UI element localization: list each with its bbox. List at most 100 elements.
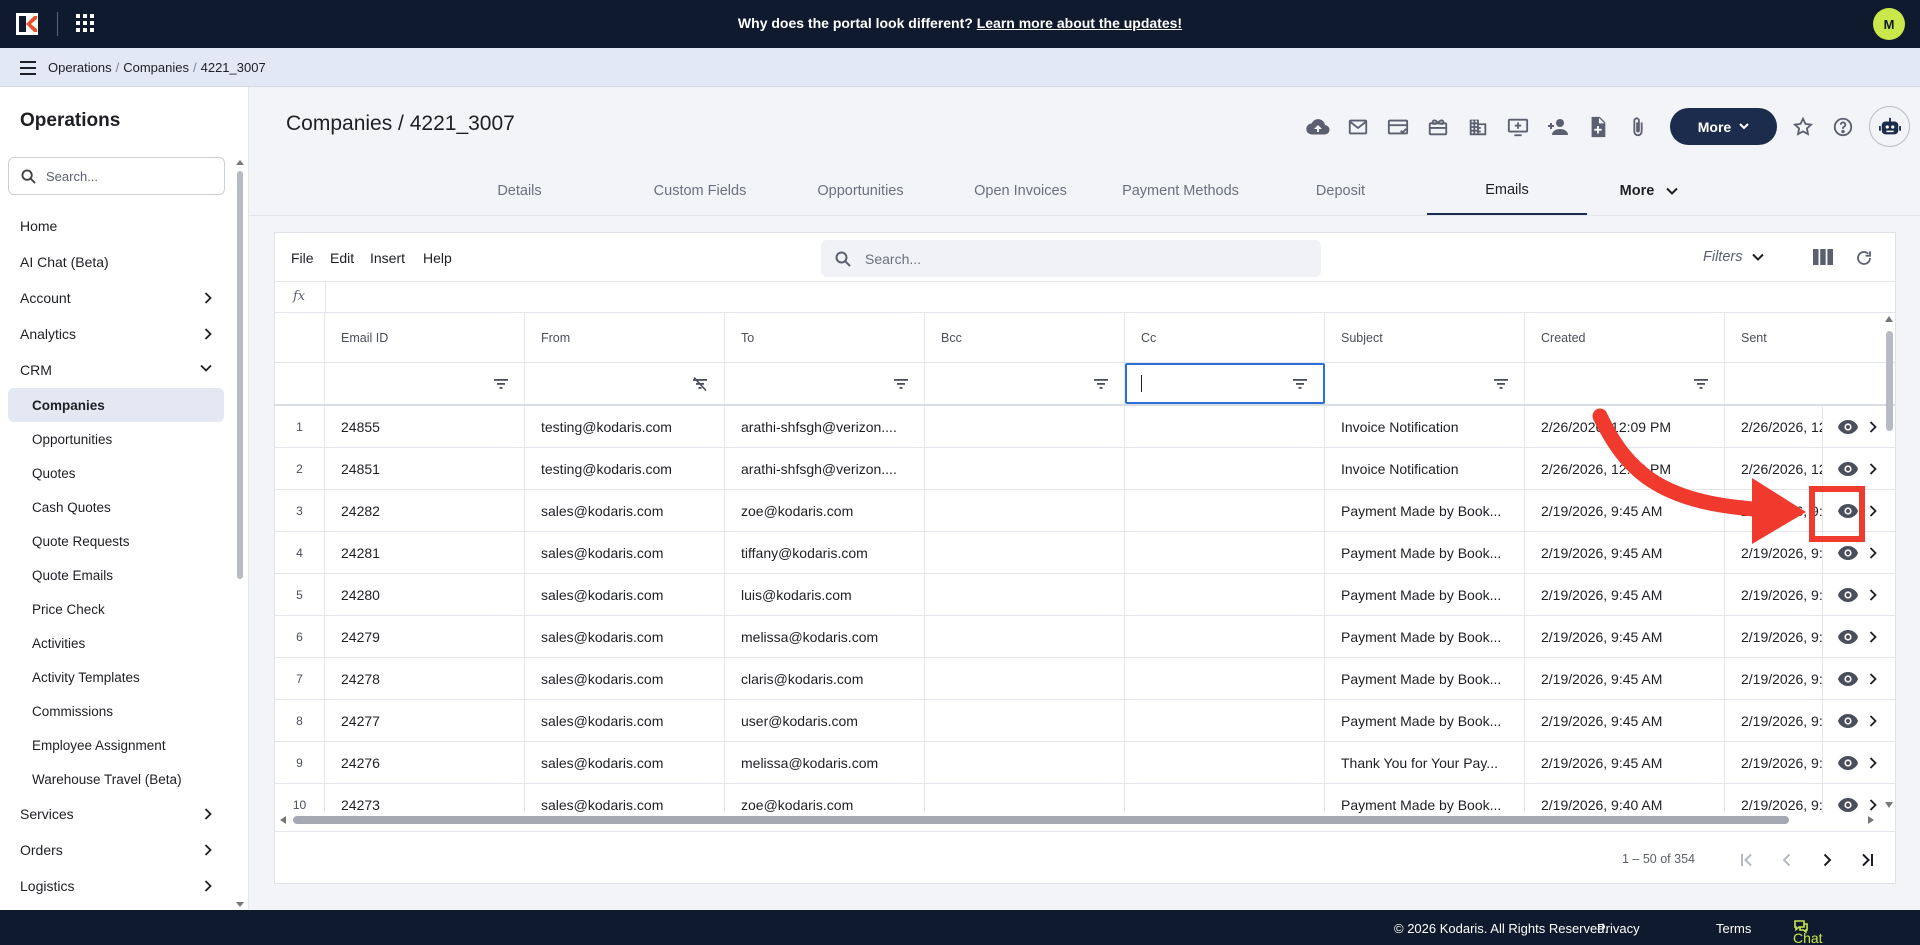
chevron-right-icon[interactable] [1869, 462, 1877, 475]
view-eye-icon[interactable] [1837, 797, 1859, 813]
cell-email-id[interactable]: 24276 [325, 742, 525, 783]
cell-cc[interactable] [1125, 616, 1325, 657]
cell-cc[interactable] [1125, 448, 1325, 489]
menu-edit[interactable]: Edit [330, 250, 354, 266]
sidebar-item-ai-chat-beta[interactable]: AI Chat (Beta) [0, 244, 232, 280]
cell-cc[interactable] [1125, 490, 1325, 531]
sidebar-item-warehouse-travel-beta[interactable]: Warehouse Travel (Beta) [0, 762, 232, 796]
sidebar-scrollbar[interactable] [236, 157, 244, 910]
tab-more[interactable]: More [1589, 166, 1709, 215]
cell-subject[interactable]: Payment Made by Book... [1325, 532, 1525, 573]
cell-bcc[interactable] [925, 616, 1125, 657]
star-icon[interactable] [1783, 108, 1823, 146]
cell-from[interactable]: sales@kodaris.com [525, 700, 725, 741]
cell-email-id[interactable]: 24281 [325, 532, 525, 573]
footer-terms-link[interactable]: Terms [1716, 921, 1751, 936]
attachment-icon[interactable] [1618, 108, 1658, 146]
cell-from[interactable]: sales@kodaris.com [525, 784, 725, 813]
grid-search-input[interactable]: Search... [821, 240, 1321, 277]
cell-subject[interactable]: Payment Made by Book... [1325, 700, 1525, 741]
cell-email-id[interactable]: 24279 [325, 616, 525, 657]
cell-cc[interactable] [1125, 784, 1325, 813]
chevron-right-icon[interactable] [1869, 504, 1877, 517]
menu-insert[interactable]: Insert [370, 250, 405, 266]
cell-bcc[interactable] [925, 784, 1125, 813]
columns-icon[interactable] [1813, 249, 1833, 265]
sidebar-item-activities[interactable]: Activities [0, 626, 232, 660]
filter-input-from[interactable] [525, 363, 725, 404]
view-eye-icon[interactable] [1837, 713, 1859, 729]
cell-bcc[interactable] [925, 532, 1125, 573]
sidebar-item-quote-requests[interactable]: Quote Requests [0, 524, 232, 558]
sidebar-search-input[interactable]: Search... [8, 157, 225, 195]
column-header-from[interactable]: From [525, 313, 725, 362]
sidebar-item-price-check[interactable]: Price Check [0, 592, 232, 626]
tab-opportunities[interactable]: Opportunities [781, 166, 940, 215]
filter-input-email-id[interactable] [325, 363, 525, 404]
cell-cc[interactable] [1125, 532, 1325, 573]
cell-created[interactable]: 2/19/2026, 9:45 AM [1525, 532, 1725, 573]
cell-bcc[interactable] [925, 658, 1125, 699]
sidebar-item-crm[interactable]: CRM [0, 352, 232, 388]
breadcrumb-operations[interactable]: Operations [48, 60, 112, 75]
cell-to[interactable]: zoe@kodaris.com [725, 490, 925, 531]
chevron-right-icon[interactable] [1869, 756, 1877, 769]
table-row[interactable]: 8 24277 sales@kodaris.com user@kodaris.com P… [275, 700, 1895, 742]
formula-bar[interactable]: fx [275, 281, 1895, 314]
cell-from[interactable]: testing@kodaris.com [525, 406, 725, 447]
menu-help[interactable]: Help [423, 250, 452, 266]
chevron-right-icon[interactable] [1869, 546, 1877, 559]
view-eye-icon[interactable] [1837, 755, 1859, 771]
first-page-icon[interactable] [1735, 848, 1759, 872]
view-eye-icon[interactable] [1837, 545, 1859, 561]
cell-to[interactable]: claris@kodaris.com [725, 658, 925, 699]
sidebar-item-activity-templates[interactable]: Activity Templates [0, 660, 232, 694]
sidebar-item-home[interactable]: Home [0, 208, 232, 244]
chevron-right-icon[interactable] [1869, 630, 1877, 643]
filter-input-created[interactable] [1525, 363, 1725, 404]
view-eye-icon[interactable] [1837, 419, 1859, 435]
add-document-icon[interactable] [1578, 108, 1618, 146]
grid-vertical-scrollbar[interactable] [1884, 313, 1895, 813]
cell-subject[interactable]: Payment Made by Book... [1325, 574, 1525, 615]
tab-deposit[interactable]: Deposit [1261, 166, 1420, 215]
sidebar-item-companies[interactable]: Companies [8, 388, 224, 422]
table-row[interactable]: 1 24855 testing@kodaris.com arathi-shfsgh@v… [275, 406, 1895, 448]
cell-bcc[interactable] [925, 490, 1125, 531]
tab-emails[interactable]: Emails [1427, 166, 1587, 215]
sidebar-item-analytics[interactable]: Analytics [0, 316, 232, 352]
table-row[interactable]: 9 24276 sales@kodaris.com melissa@kodaris.c… [275, 742, 1895, 784]
sidebar-item-orders[interactable]: Orders [0, 832, 232, 868]
cell-subject[interactable]: Invoice Notification [1325, 448, 1525, 489]
chevron-right-icon[interactable] [1869, 672, 1877, 685]
cell-to[interactable]: melissa@kodaris.com [725, 742, 925, 783]
cell-to[interactable]: tiffany@kodaris.com [725, 532, 925, 573]
refresh-icon[interactable] [1855, 249, 1873, 267]
cell-created[interactable]: 2/19/2026, 9:45 AM [1525, 658, 1725, 699]
tab-custom-fields[interactable]: Custom Fields [621, 166, 779, 215]
tab-details[interactable]: Details [468, 166, 571, 215]
cell-subject[interactable]: Payment Made by Book... [1325, 784, 1525, 813]
cell-created[interactable]: 2/19/2026, 9:45 AM [1525, 616, 1725, 657]
filters-dropdown[interactable]: Filters [1703, 249, 1765, 265]
filter-input-subject[interactable] [1325, 363, 1525, 404]
cell-created[interactable]: 2/19/2026, 9:45 AM [1525, 742, 1725, 783]
cell-from[interactable]: sales@kodaris.com [525, 742, 725, 783]
cell-bcc[interactable] [925, 742, 1125, 783]
view-eye-icon[interactable] [1837, 461, 1859, 477]
sidebar-item-opportunities[interactable]: Opportunities [0, 422, 232, 456]
cell-email-id[interactable]: 24278 [325, 658, 525, 699]
view-eye-icon[interactable] [1837, 587, 1859, 603]
column-header-subject[interactable]: Subject [1325, 313, 1525, 362]
table-row[interactable]: 5 24280 sales@kodaris.com luis@kodaris.com P… [275, 574, 1895, 616]
next-page-icon[interactable] [1815, 848, 1839, 872]
filter-input-to[interactable] [725, 363, 925, 404]
company-building-icon[interactable] [1458, 108, 1498, 146]
tab-open-invoices[interactable]: Open Invoices [941, 166, 1100, 215]
cell-to[interactable]: melissa@kodaris.com [725, 616, 925, 657]
cell-email-id[interactable]: 24851 [325, 448, 525, 489]
sidebar-item-account[interactable]: Account [0, 280, 232, 316]
add-person-icon[interactable] [1538, 108, 1578, 146]
cell-from[interactable]: sales@kodaris.com [525, 490, 725, 531]
cell-created[interactable]: 2/26/2026, 12:09 PM [1525, 406, 1725, 447]
